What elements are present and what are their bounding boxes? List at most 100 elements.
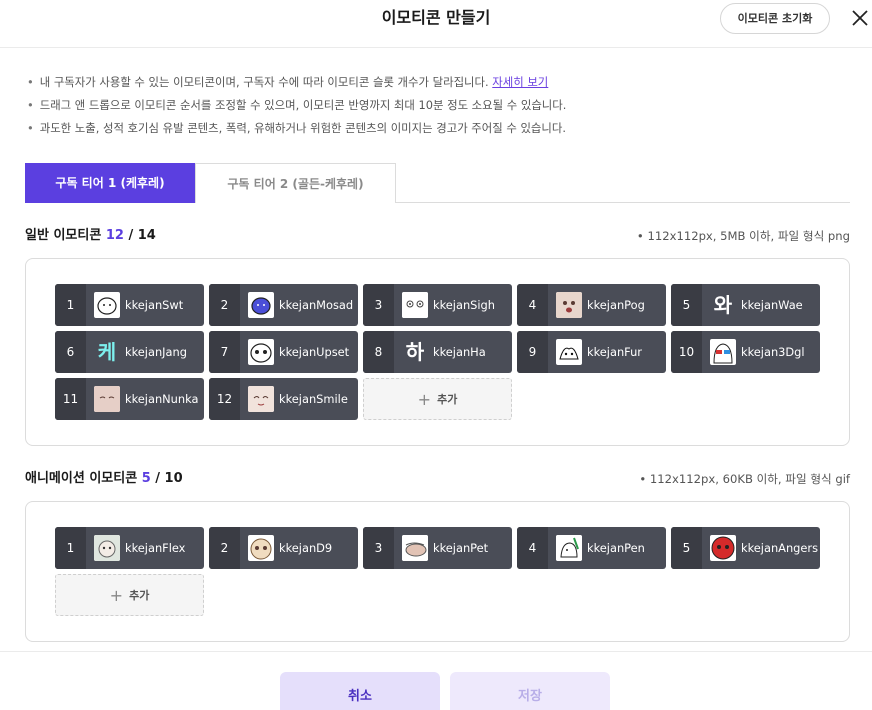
slot-number: 4 (517, 527, 548, 569)
plus-icon: + (417, 389, 432, 409)
animated-emoticon-panel: 1 kkejanFlex 2 kkejanD9 3 kkejanPet 4 kkejanPen… (25, 501, 850, 642)
emoticon-slot[interactable]: 1 kkejanFlex (55, 527, 204, 569)
pet-hand-icon (402, 535, 428, 561)
notice-text: 내 구독자가 사용할 수 있는 이모티콘이며, 구독자 수에 따라 이모티콘 슬… (39, 75, 489, 89)
emoticon-slot[interactable]: 1 kkejanSwt (55, 284, 204, 326)
close-icon (852, 10, 868, 26)
emoticon-slot[interactable]: 12 kkejanSmile (209, 378, 358, 420)
emoticon-name: kkejanAngers (741, 541, 819, 555)
emoticon-name: kkejanSigh (433, 298, 496, 312)
emoticon-glyph: 와 (713, 293, 733, 317)
slot-number: 10 (671, 331, 702, 373)
add-label: 추가 (129, 589, 150, 602)
general-spec: 112x112px, 5MB 이하, 파일 형식 png (647, 229, 850, 243)
nunka-face-icon (94, 386, 120, 412)
slot-number: 4 (517, 284, 548, 326)
wae-text-icon: 와 (710, 292, 736, 318)
pog-face-icon (556, 292, 582, 318)
general-max-count: / 14 (128, 228, 156, 243)
emoticon-slot[interactable]: 7 kkejanUpset (209, 331, 358, 373)
notice-item: • 내 구독자가 사용할 수 있는 이모티콘이며, 구독자 수에 따라 이모티콘 … (27, 75, 549, 89)
slot-number: 6 (55, 331, 86, 373)
emoticon-slot[interactable]: 2 kkejanD9 (209, 527, 358, 569)
slot-number: 1 (55, 527, 86, 569)
emoticon-slot[interactable]: 4 kkejanPen (517, 527, 666, 569)
white-blob-icon (94, 292, 120, 318)
emoticon-slot[interactable]: 9 kkejanFur (517, 331, 666, 373)
jang-text-icon: 케 (94, 339, 120, 365)
general-emoticon-panel: 1 kkejanSwt 2 kkejanMosad 3 kkejanSigh 4 kkejan… (25, 258, 850, 446)
modal-header: 이모티콘 만들기 이모티콘 초기화 (0, 0, 872, 48)
pen-face-icon (556, 535, 582, 561)
flex-face-icon (94, 535, 120, 561)
tab-tier-1[interactable]: 구독 티어 1 (케후레) (25, 163, 195, 203)
close-button[interactable] (846, 4, 872, 32)
angry-red-icon (710, 535, 736, 561)
animated-max-count: / 10 (155, 471, 183, 486)
modal-footer: 취소 저장 (0, 651, 872, 710)
tier-tabs: 구독 티어 1 (케후레) 구독 티어 2 (골든-케후레) (25, 163, 850, 203)
plus-icon: + (109, 585, 124, 605)
notice-item: • 과도한 노출, 성적 호기심 유발 콘텐츠, 폭력, 유해하거나 위험한 콘텐… (27, 121, 566, 135)
slot-number: 3 (363, 284, 394, 326)
blue-blob-icon (248, 292, 274, 318)
emoticon-name: kkejanMosad (279, 298, 354, 312)
emoticon-slot[interactable]: 3 kkejanPet (363, 527, 512, 569)
slot-number: 8 (363, 331, 394, 373)
notice-text: 과도한 노출, 성적 호기심 유발 콘텐츠, 폭력, 유해하거나 위험한 콘텐츠… (39, 121, 566, 135)
add-emoticon-button[interactable]: + 추가 (55, 574, 204, 616)
notice-list: • 내 구독자가 사용할 수 있는 이모티콘이며, 구독자 수에 따라 이모티콘 … (27, 72, 566, 141)
emoticon-name: kkejanJang (125, 345, 187, 359)
emoticon-name: kkejanWae (741, 298, 803, 312)
slot-number: 11 (55, 378, 86, 420)
general-section-header: 일반 이모티콘 12 / 14 • 112x112px, 5MB 이하, 파일 … (25, 228, 850, 243)
emoticon-name: kkejanNunka (125, 392, 199, 406)
animated-used-count: 5 (141, 471, 151, 486)
save-button[interactable]: 저장 (450, 672, 610, 710)
emoticon-name: kkejanFlex (125, 541, 186, 555)
emoticon-name: kkejanHa (433, 345, 486, 359)
emoticon-glyph: 하 (405, 340, 425, 364)
general-used-count: 12 (105, 228, 124, 243)
tab-tier-2[interactable]: 구독 티어 2 (골든-케후레) (195, 163, 396, 203)
slot-number: 9 (517, 331, 548, 373)
emoticon-slot[interactable]: 6 케 kkejanJang (55, 331, 204, 373)
emoticon-slot[interactable]: 4 kkejanPog (517, 284, 666, 326)
general-section-title: 일반 이모티콘 (25, 228, 102, 243)
slot-number: 2 (209, 284, 240, 326)
3d-glasses-icon (710, 339, 736, 365)
notice-item: • 드래그 앤 드롭으로 이모티콘 순서를 조정할 수 있으며, 이모티콘 반영까… (27, 98, 567, 112)
emoticon-name: kkejanPen (587, 541, 645, 555)
animated-section-title: 애니메이션 이모티콘 (25, 471, 138, 486)
emoticon-name: kkejanPog (587, 298, 645, 312)
emoticon-name: kkejanSwt (125, 298, 184, 312)
add-label: 추가 (437, 393, 458, 406)
emoticon-slot[interactable]: 11 kkejanNunka (55, 378, 204, 420)
emoticon-slot[interactable]: 10 kkejan3Dgl (671, 331, 820, 373)
slot-number: 5 (671, 527, 702, 569)
emoticon-name: kkejanSmile (279, 392, 348, 406)
slot-number: 5 (671, 284, 702, 326)
reset-emoticons-button[interactable]: 이모티콘 초기화 (720, 3, 830, 34)
ha-text-icon: 하 (402, 339, 428, 365)
slot-number: 2 (209, 527, 240, 569)
add-emoticon-button[interactable]: + 추가 (363, 378, 512, 420)
emoticon-slot[interactable]: 5 와 kkejanWae (671, 284, 820, 326)
cancel-button[interactable]: 취소 (280, 672, 440, 710)
d9-face-icon (248, 535, 274, 561)
fur-cat-icon (556, 339, 582, 365)
notice-text: 드래그 앤 드롭으로 이모티콘 순서를 조정할 수 있으며, 이모티콘 반영까지… (39, 98, 567, 112)
emoticon-slot[interactable]: 8 하 kkejanHa (363, 331, 512, 373)
animated-spec: 112x112px, 60KB 이하, 파일 형식 gif (649, 472, 850, 486)
smile-face-icon (248, 386, 274, 412)
emoticon-name: kkejan3Dgl (741, 345, 805, 359)
emoticon-name: kkejanD9 (279, 541, 333, 555)
slot-number: 7 (209, 331, 240, 373)
emoticon-slot[interactable]: 3 kkejanSigh (363, 284, 512, 326)
emoticon-glyph: 케 (97, 340, 117, 364)
emoticon-slot[interactable]: 2 kkejanMosad (209, 284, 358, 326)
emoticon-name: kkejanPet (433, 541, 489, 555)
details-link[interactable]: 자세히 보기 (492, 75, 548, 89)
emoticon-slot[interactable]: 5 kkejanAngers (671, 527, 820, 569)
slot-number: 12 (209, 378, 240, 420)
